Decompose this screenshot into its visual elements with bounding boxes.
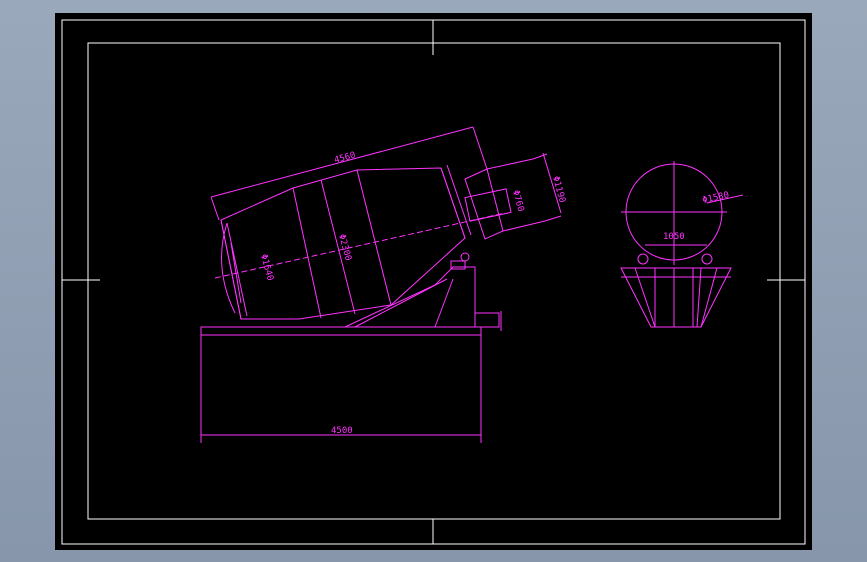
drive-motor xyxy=(474,312,500,328)
mixer-drawing: 4560 Φ2300 Φ1640 Φ760 Φ1190 4500 Φ1580 1… xyxy=(61,19,806,545)
dim-outlet-flange: Φ1190 xyxy=(550,175,567,204)
dim-end-view-diameter: Φ1580 xyxy=(702,191,731,206)
dim-drum-length: 4560 xyxy=(333,151,357,166)
outlet-pipe xyxy=(464,188,512,222)
drawing-frame xyxy=(61,19,806,545)
dim-base-length: 4500 xyxy=(331,426,353,436)
dimension-labels: 4560 Φ2300 Φ1640 Φ760 Φ1190 4500 Φ1580 1… xyxy=(258,151,730,436)
support-frame xyxy=(344,266,476,328)
outlet-cone xyxy=(464,168,504,240)
cad-drawing-viewport[interactable]: 4560 Φ2300 Φ1640 Φ760 Φ1190 4500 Φ1580 1… xyxy=(55,13,812,550)
side-view-mixer xyxy=(200,126,562,443)
dim-outlet-diameter: Φ760 xyxy=(510,189,525,213)
base-platform xyxy=(200,326,482,436)
dim-support-spacing: 1050 xyxy=(663,232,685,242)
end-view-mixer xyxy=(620,161,744,328)
